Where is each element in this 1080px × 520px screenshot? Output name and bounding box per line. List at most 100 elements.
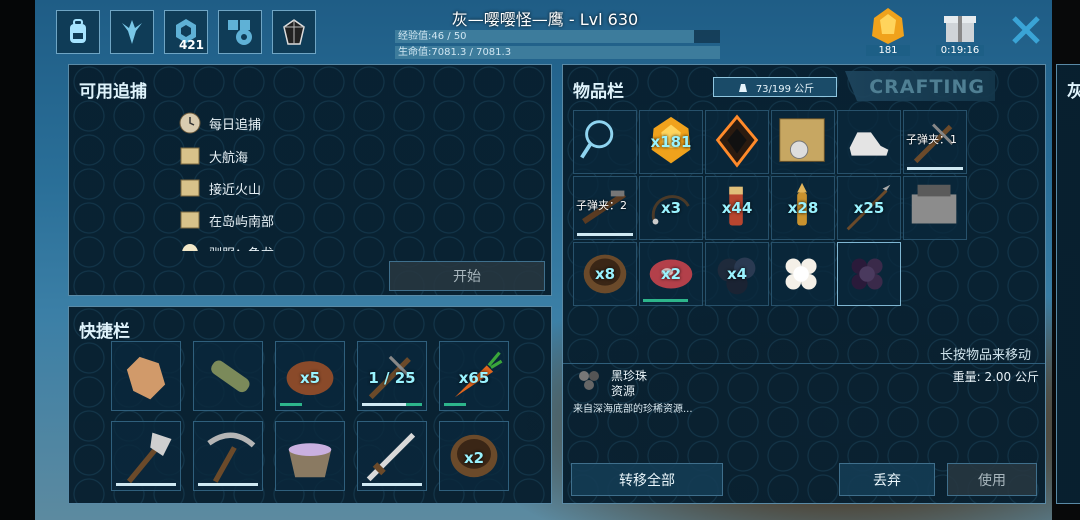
weight-indicator: 73/199 公斤 xyxy=(713,77,837,97)
start-hunt-button[interactable]: 开始 xyxy=(389,261,545,291)
inventory-slot-bullet[interactable]: x28 xyxy=(771,176,835,240)
hotbar-slot-hatchet[interactable] xyxy=(111,421,181,491)
divider xyxy=(563,363,1045,364)
inventory-slot-raw-meat[interactable]: x2 xyxy=(639,242,703,306)
slot-quantity: x65 xyxy=(458,369,490,387)
hotbar-slot-crossbow[interactable]: 1 / 25 xyxy=(357,341,427,411)
durability-bar xyxy=(116,483,176,486)
stat-points-count: 421 xyxy=(178,38,204,52)
drop-button[interactable]: 丢弃 xyxy=(839,463,935,496)
slot-quantity: x28 xyxy=(787,199,819,217)
inventory-slot-crossbow[interactable]: 子弹夹：1 xyxy=(903,110,967,174)
tab-engrams[interactable]: 421 xyxy=(164,10,208,54)
use-button[interactable]: 使用 xyxy=(947,463,1037,496)
slot-quantity: x181 xyxy=(650,133,692,151)
inventory-slot-black-pearl[interactable] xyxy=(837,242,901,306)
inventory-slot-implant[interactable] xyxy=(705,110,769,174)
hunt-item-south[interactable]: 在岛屿南部 xyxy=(179,209,274,231)
hunt-label: 每日追捕 xyxy=(209,117,262,133)
close-button[interactable] xyxy=(1006,10,1046,50)
hunt-item-voyage[interactable]: 大航海 xyxy=(179,145,248,167)
durability-bar xyxy=(577,233,633,236)
element-count: 181 xyxy=(866,45,910,56)
hotbar-slot-hand[interactable] xyxy=(111,341,181,411)
crafting-tab[interactable]: CRAFTING xyxy=(845,71,995,101)
hotbar-slot-meat[interactable]: x5 xyxy=(275,341,345,411)
transfer-all-button[interactable]: 转移全部 xyxy=(571,463,723,496)
inventory-slot-cloth-boots[interactable] xyxy=(837,110,901,174)
hotbar-slot-torch[interactable] xyxy=(193,341,263,411)
element-counter[interactable]: 181 xyxy=(866,6,910,56)
implant-icon xyxy=(715,114,759,168)
map-icon xyxy=(180,211,200,229)
forge-icon xyxy=(911,184,957,224)
spoil-bar xyxy=(444,403,466,406)
inventory-slot-black-pearl-cluster[interactable]: x4 xyxy=(705,242,769,306)
inventory-slot-flare[interactable]: x44 xyxy=(705,176,769,240)
health-bar: 生命值:7081.3 / 7081.3 xyxy=(395,46,720,59)
clock-icon xyxy=(179,112,201,134)
close-icon xyxy=(1012,16,1040,44)
ammo-bar xyxy=(406,403,422,406)
slot-quantity: 1 / 25 xyxy=(368,369,416,387)
hunt-item-volcano[interactable]: 接近火山 xyxy=(179,177,261,199)
durability-bar xyxy=(362,483,422,486)
gear-icon xyxy=(228,20,252,45)
element-crystal-icon xyxy=(872,8,904,44)
map-icon xyxy=(779,118,825,162)
crafting-tab-label: CRAFTING xyxy=(869,76,985,98)
hunt-label: 大航海 xyxy=(209,150,249,166)
slot-quantity: x2 xyxy=(463,449,485,467)
slot-quantity: x5 xyxy=(299,369,321,387)
map-icon xyxy=(180,179,200,197)
right-side-panel: 灰 xyxy=(1056,64,1080,504)
sword-icon xyxy=(366,432,416,482)
player-title: 灰—嘤嘤怪—鹰 - Lvl 630 xyxy=(451,10,639,29)
egg-icon xyxy=(182,244,198,251)
hotbar-slot-carrot[interactable]: x65 xyxy=(439,341,509,411)
hotbar-slot-pickaxe[interactable] xyxy=(193,421,263,491)
hotbar-slot-bowl[interactable]: x2 xyxy=(439,421,509,491)
tab-settings[interactable] xyxy=(218,10,262,54)
hotbar-slot-sword[interactable] xyxy=(357,421,427,491)
health-text: 生命值:7081.3 / 7081.3 xyxy=(398,47,512,58)
inventory-slot-forge[interactable] xyxy=(903,176,967,240)
cloth-boots-icon xyxy=(849,132,889,156)
map-icon xyxy=(180,147,200,165)
tab-tames[interactable] xyxy=(110,10,154,54)
gift-box[interactable]: 0:19:16 xyxy=(936,6,984,56)
slot-quantity: x44 xyxy=(721,199,753,217)
gift-timer: 0:19:16 xyxy=(936,45,984,56)
hunt-list-clip: 驯服：鱼龙 xyxy=(69,237,553,251)
left-screen-edge xyxy=(0,0,35,520)
spoil-bar xyxy=(280,403,302,406)
inventory-tab-backpack[interactable] xyxy=(56,10,100,54)
weight-icon xyxy=(738,84,747,92)
torch-icon xyxy=(211,360,250,393)
hand-icon xyxy=(126,356,166,400)
tab-tek[interactable] xyxy=(272,10,316,54)
inventory-slot-pistol[interactable]: 子弹夹：2 xyxy=(573,176,637,240)
selected-item-type: 资源 xyxy=(611,384,636,398)
slot-ammo-label: 子弹夹：2 xyxy=(576,199,627,212)
tek-crystal-icon xyxy=(283,19,305,45)
xp-bar: 经验值:46 / 50 xyxy=(395,30,720,43)
slot-quantity: x25 xyxy=(853,199,885,217)
inventory-slot-element[interactable]: x181 xyxy=(639,110,703,174)
inventory-slot-map[interactable] xyxy=(771,110,835,174)
inventory-slot-bowl[interactable]: x8 xyxy=(573,242,637,306)
inventory-slot-search[interactable] xyxy=(573,110,637,174)
inventory-slot-white-pearl[interactable] xyxy=(771,242,835,306)
move-hint: 长按物品来移动 xyxy=(939,348,1031,363)
inventory-slot-whip[interactable]: x3 xyxy=(639,176,703,240)
hunt-item-tame[interactable]: 驯服：鱼龙 xyxy=(179,241,274,251)
slot-quantity: x8 xyxy=(594,265,616,283)
inventory-slot-spear[interactable]: x25 xyxy=(837,176,901,240)
search-icon xyxy=(580,120,614,159)
durability-bar xyxy=(198,483,258,486)
hotbar-panel: 快捷栏 x5 1 / 25 x65 x2 xyxy=(68,306,552,504)
hotbar-slot-mortar[interactable] xyxy=(275,421,345,491)
hunt-item-daily[interactable]: 每日追捕 xyxy=(179,112,261,134)
hunt-label: 在岛屿南部 xyxy=(209,214,275,230)
selected-item-weight: 重量: 2.00 公斤 xyxy=(952,370,1039,384)
